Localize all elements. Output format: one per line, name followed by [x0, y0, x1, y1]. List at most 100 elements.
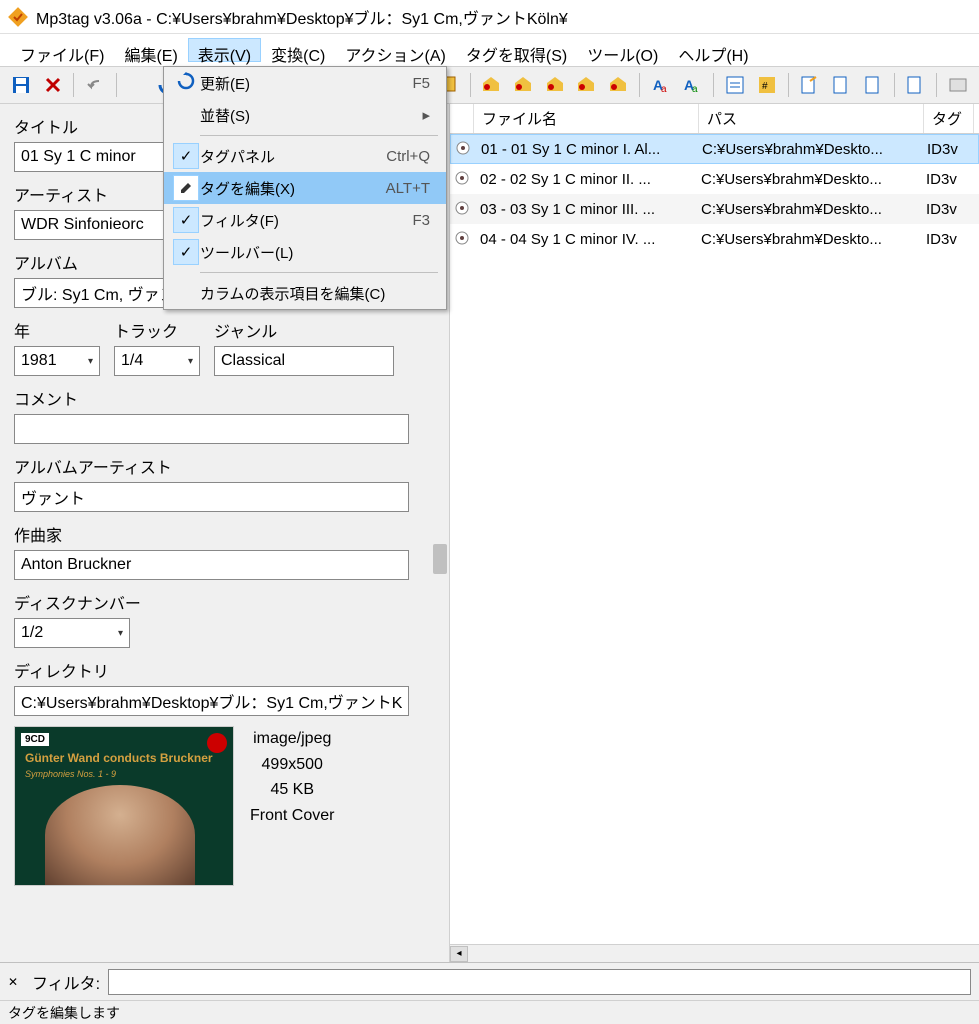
- menu-tagsource[interactable]: タグを取得(S): [456, 38, 577, 62]
- cover-dimensions: 499x500: [250, 752, 334, 778]
- dropdown-item[interactable]: 更新(E)F5: [164, 67, 446, 99]
- vertical-scrollbar[interactable]: [433, 544, 447, 574]
- cover-filesize: 45 KB: [250, 777, 334, 803]
- edit-icon: [173, 175, 199, 201]
- genre-input[interactable]: [214, 346, 394, 376]
- refresh-icon: [172, 72, 200, 94]
- doc3-icon[interactable]: [858, 71, 888, 99]
- file-row[interactable]: 02 - 02 Sy 1 C minor II. ... C:¥Users¥br…: [450, 164, 979, 194]
- filter-label: フィルタ:: [32, 970, 100, 994]
- menubar: ファイル(F) 編集(E) 表示(V) 変換(C) アクション(A) タグを取得…: [0, 34, 979, 66]
- file-list: 01 - 01 Sy 1 C minor I. Al... C:¥Users¥b…: [450, 134, 979, 944]
- dropdown-item[interactable]: 並替(S)▸: [164, 99, 446, 131]
- cover-subtitle: Symphonies Nos. 1 - 9: [25, 769, 116, 779]
- audio-icon: [450, 200, 474, 219]
- filter-input[interactable]: [108, 969, 971, 995]
- file-header: ファイル名 パス タグ: [450, 104, 979, 134]
- svg-text:a: a: [661, 84, 667, 95]
- file-tag: ID3v: [920, 229, 970, 250]
- col-filename[interactable]: ファイル名: [474, 104, 699, 133]
- file-name: 04 - 04 Sy 1 C minor IV. ...: [474, 229, 695, 250]
- doc1-icon[interactable]: [795, 71, 825, 99]
- app-icon: [8, 7, 28, 27]
- tag-icon-2[interactable]: [508, 71, 538, 99]
- toolbar: Aa Aa #: [0, 66, 979, 104]
- albumartist-label: アルバムアーティスト: [14, 454, 435, 478]
- number-icon[interactable]: #: [752, 71, 782, 99]
- chevron-right-icon: ▸: [422, 106, 438, 124]
- menu-action[interactable]: アクション(A): [335, 38, 456, 62]
- menu-tools[interactable]: ツール(O): [577, 38, 668, 62]
- track-combo[interactable]: 1/4▾: [114, 346, 200, 376]
- filter-bar: ✕ フィルタ:: [0, 962, 979, 1000]
- menu-view[interactable]: 表示(V): [188, 38, 261, 62]
- tag-icon-1[interactable]: [477, 71, 507, 99]
- audio-icon: [450, 230, 474, 249]
- file-tag: ID3v: [920, 169, 970, 190]
- file-name: 03 - 03 Sy 1 C minor III. ...: [474, 199, 695, 220]
- dropdown-item[interactable]: ✓タグパネルCtrl+Q: [164, 140, 446, 172]
- menu-file[interactable]: ファイル(F): [10, 38, 114, 62]
- genre-label: ジャンル: [214, 318, 394, 342]
- menu-convert[interactable]: 変換(C): [261, 38, 335, 62]
- save-icon[interactable]: [6, 71, 36, 99]
- cover-image[interactable]: 9CD Günter Wand conducts Bruckner Sympho…: [14, 726, 234, 886]
- cover-type: Front Cover: [250, 803, 334, 829]
- year-combo[interactable]: 1981▾: [14, 346, 100, 376]
- delete-icon[interactable]: [38, 71, 68, 99]
- dropdown-item[interactable]: タグを編集(X)ALT+T: [164, 172, 446, 204]
- audio-icon: [450, 170, 474, 189]
- playlist-icon[interactable]: [943, 71, 973, 99]
- disc-combo[interactable]: 1/2▾: [14, 618, 130, 648]
- svg-text:#: #: [762, 81, 768, 92]
- status-text: タグを編集します: [8, 1005, 120, 1021]
- tag-icon-3[interactable]: [540, 71, 570, 99]
- tag-icon-5[interactable]: [603, 71, 633, 99]
- check-icon: ✓: [173, 207, 199, 233]
- year-label: 年: [14, 318, 100, 342]
- view-dropdown: 更新(E)F5並替(S)▸ ✓タグパネルCtrl+Qタグを編集(X)ALT+T✓フ…: [163, 66, 447, 310]
- chevron-down-icon: ▾: [188, 356, 193, 367]
- file-path: C:¥Users¥brahm¥Deskto...: [695, 229, 920, 250]
- action-a-icon[interactable]: Aa: [646, 71, 676, 99]
- disc-label: ディスクナンバー: [14, 590, 435, 614]
- close-icon[interactable]: ✕: [8, 975, 24, 989]
- edit-icon[interactable]: [720, 71, 750, 99]
- chevron-down-icon: ▾: [118, 628, 123, 639]
- file-row[interactable]: 03 - 03 Sy 1 C minor III. ... C:¥Users¥b…: [450, 194, 979, 224]
- file-tag: ID3v: [921, 139, 971, 160]
- dropdown-item[interactable]: ✓フィルタ(F)F3: [164, 204, 446, 236]
- col-path[interactable]: パス: [699, 104, 924, 133]
- action-a2-icon[interactable]: Aa: [678, 71, 708, 99]
- comment-label: コメント: [14, 386, 435, 410]
- audio-icon: [451, 140, 475, 159]
- file-path: C:¥Users¥brahm¥Deskto...: [695, 199, 920, 220]
- cover-portrait: [45, 785, 195, 885]
- dropdown-item[interactable]: カラムの表示項目を編集(C): [164, 277, 446, 309]
- menu-help[interactable]: ヘルプ(H): [668, 38, 758, 62]
- cover-title: Günter Wand conducts Bruckner: [25, 751, 213, 765]
- dropdown-item[interactable]: ✓ツールバー(L): [164, 236, 446, 268]
- tag-icon-4[interactable]: [572, 71, 602, 99]
- directory-label: ディレクトリ: [14, 658, 435, 682]
- chevron-down-icon: ▾: [88, 356, 93, 367]
- albumartist-input[interactable]: [14, 482, 409, 512]
- col-tag[interactable]: タグ: [924, 104, 974, 133]
- cover-badge: 9CD: [21, 733, 49, 746]
- menu-edit[interactable]: 編集(E): [114, 38, 187, 62]
- composer-label: 作曲家: [14, 522, 435, 546]
- horizontal-scrollbar[interactable]: ◂: [450, 944, 979, 962]
- doc2-icon[interactable]: [826, 71, 856, 99]
- check-icon: ✓: [173, 239, 199, 265]
- doc4-icon[interactable]: [901, 71, 931, 99]
- composer-input[interactable]: [14, 550, 409, 580]
- comment-input[interactable]: [14, 414, 409, 444]
- cover-mime: image/jpeg: [250, 726, 334, 752]
- directory-input[interactable]: [14, 686, 409, 716]
- undo-icon[interactable]: [80, 71, 110, 99]
- file-row[interactable]: 01 - 01 Sy 1 C minor I. Al... C:¥Users¥b…: [450, 134, 979, 164]
- titlebar-text: Mp3tag v3.06a - C:¥Users¥brahm¥Desktop¥ブ…: [36, 5, 568, 29]
- rca-logo-icon: [207, 733, 227, 753]
- file-row[interactable]: 04 - 04 Sy 1 C minor IV. ... C:¥Users¥br…: [450, 224, 979, 254]
- scroll-left-icon[interactable]: ◂: [450, 946, 468, 962]
